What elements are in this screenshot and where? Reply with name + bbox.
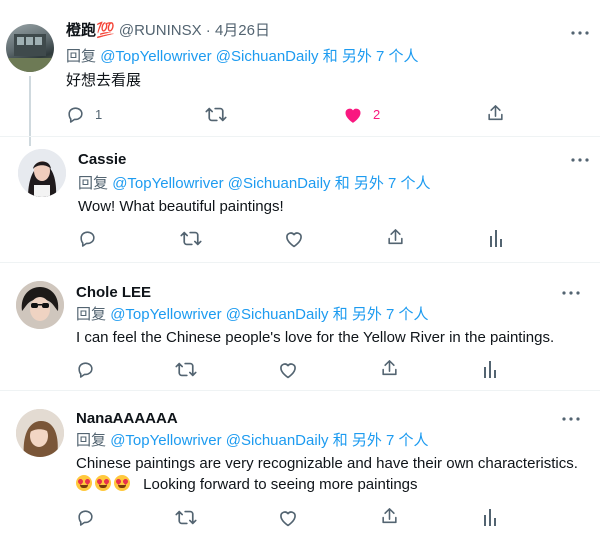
mention-link[interactable]: @SichuanDaily: [228, 175, 331, 192]
analytics-button[interactable]: [483, 507, 497, 527]
avatar-photo: [18, 149, 66, 197]
heart-eyes-emoji: [76, 475, 92, 491]
user-handle[interactable]: @RUNINSX: [119, 22, 202, 39]
replying-to: 回复 @TopYellowriver @SichuanDaily 和 另外 7 …: [76, 305, 429, 325]
share-button[interactable]: [386, 227, 405, 247]
reply-button[interactable]: 1: [66, 104, 102, 124]
retweet-button[interactable]: [175, 507, 197, 527]
replying-to: 回复 @TopYellowriver @SichuanDaily 和 另外 7 …: [76, 431, 429, 451]
share-button[interactable]: [380, 358, 399, 378]
share-button[interactable]: [380, 506, 399, 526]
reply-icon: [80, 230, 95, 247]
reply-icon: [68, 106, 83, 123]
analytics-button[interactable]: [489, 228, 503, 248]
reply-prefix: 回复: [78, 175, 109, 192]
more-icon[interactable]: [570, 23, 590, 43]
reply-icon: [78, 361, 93, 378]
tweet-text: I can feel the Chinese people's love for…: [76, 329, 555, 346]
heart-filled-icon: [345, 108, 361, 123]
more-icon[interactable]: [561, 283, 581, 303]
mention-link[interactable]: @SichuanDaily: [226, 432, 329, 449]
share-icon: [488, 105, 503, 121]
share-icon: [382, 508, 397, 524]
reply-prefix: 回复: [66, 48, 97, 65]
like-count: 2: [373, 106, 381, 122]
tweet-chole-lee[interactable]: Chole LEE 回复 @TopYellowriver @SichuanDai…: [0, 263, 600, 389]
mention-link[interactable]: @TopYellowriver: [100, 48, 211, 65]
tweet-text: 好想去看展: [66, 72, 142, 89]
tweet-date[interactable]: 4月26日: [215, 22, 270, 39]
reply-button[interactable]: [78, 228, 97, 248]
like-icon: [280, 362, 296, 378]
share-icon: [388, 229, 403, 245]
analytics-icon: [490, 230, 502, 247]
retweet-icon: [180, 231, 202, 245]
reply-count: 1: [95, 106, 103, 122]
like-button[interactable]: [278, 359, 298, 379]
tweet-text-continuation: Looking forward to seeing more paintings: [143, 476, 418, 493]
others-link[interactable]: 和 另外 7 个人: [333, 306, 429, 323]
more-icon[interactable]: [561, 409, 581, 429]
tweet-nanaaaaaaa[interactable]: NanaAAAAAA 回复 @TopYellowriver @SichuanDa…: [0, 391, 600, 543]
share-icon: [382, 360, 397, 376]
share-button[interactable]: [486, 103, 505, 123]
retweet-icon: [175, 510, 197, 524]
avatar-photo: [16, 281, 64, 329]
mention-link[interactable]: @SichuanDaily: [216, 48, 319, 65]
reply-prefix: 回复: [76, 432, 107, 449]
like-icon: [286, 231, 302, 247]
tweet-header: Cassie: [78, 150, 126, 170]
display-name[interactable]: Chole LEE: [76, 284, 151, 301]
separator: ·: [205, 22, 211, 39]
retweet-button[interactable]: [205, 104, 227, 124]
more-icon[interactable]: [570, 150, 590, 170]
avatar[interactable]: [16, 281, 64, 329]
tweet-runinsx[interactable]: 橙跑💯 @RUNINSX · 4月26日 回复 @TopYellowriver …: [0, 0, 600, 146]
others-link[interactable]: 和 另外 7 个人: [335, 175, 431, 192]
others-link[interactable]: 和 另外 7 个人: [323, 48, 419, 65]
reply-icon: [78, 509, 93, 526]
tweet-cassie[interactable]: Cassie 回复 @TopYellowriver @SichuanDaily …: [0, 137, 600, 261]
retweet-icon: [175, 362, 197, 376]
tweet-text: Wow! What beautiful paintings!: [78, 198, 284, 215]
retweet-button[interactable]: [175, 359, 197, 379]
reply-prefix: 回复: [76, 306, 107, 323]
reply-button[interactable]: [76, 507, 95, 527]
tweet-text: Chinese paintings are very recognizable …: [76, 455, 578, 472]
mention-link[interactable]: @SichuanDaily: [226, 306, 329, 323]
reply-button[interactable]: [76, 359, 95, 379]
heart-eyes-emoji: [95, 475, 111, 491]
heart-eyes-emoji: [114, 475, 130, 491]
avatar-photo: [6, 34, 54, 72]
analytics-button[interactable]: [483, 359, 497, 379]
retweet-button[interactable]: [180, 228, 202, 248]
analytics-icon: [484, 361, 496, 378]
mention-link[interactable]: @TopYellowriver: [110, 306, 221, 323]
mention-link[interactable]: @TopYellowriver: [112, 175, 223, 192]
replying-to: 回复 @TopYellowriver @SichuanDaily 和 另外 7 …: [78, 174, 431, 194]
tweet-text-line-2: Looking forward to seeing more paintings: [76, 474, 418, 495]
mention-link[interactable]: @TopYellowriver: [110, 432, 221, 449]
avatar-photo: [16, 409, 64, 457]
like-button[interactable]: 2: [343, 104, 380, 124]
display-name[interactable]: NanaAAAAAA: [76, 410, 178, 427]
others-link[interactable]: 和 另外 7 个人: [333, 432, 429, 449]
like-button[interactable]: [278, 507, 298, 527]
analytics-icon: [484, 509, 496, 526]
tweet-header: 橙跑💯 @RUNINSX · 4月26日: [66, 21, 270, 41]
like-button[interactable]: [284, 228, 304, 248]
replying-to: 回复 @TopYellowriver @SichuanDaily 和 另外 7 …: [66, 47, 419, 67]
avatar[interactable]: [6, 24, 54, 72]
display-name[interactable]: 橙跑💯: [66, 22, 115, 39]
like-icon: [280, 510, 296, 526]
tweet-header: Chole LEE: [76, 283, 151, 303]
avatar[interactable]: [16, 409, 64, 457]
avatar[interactable]: [18, 149, 66, 197]
display-name[interactable]: Cassie: [78, 151, 126, 168]
retweet-icon: [205, 107, 227, 121]
tweet-header: NanaAAAAAA: [76, 409, 178, 429]
